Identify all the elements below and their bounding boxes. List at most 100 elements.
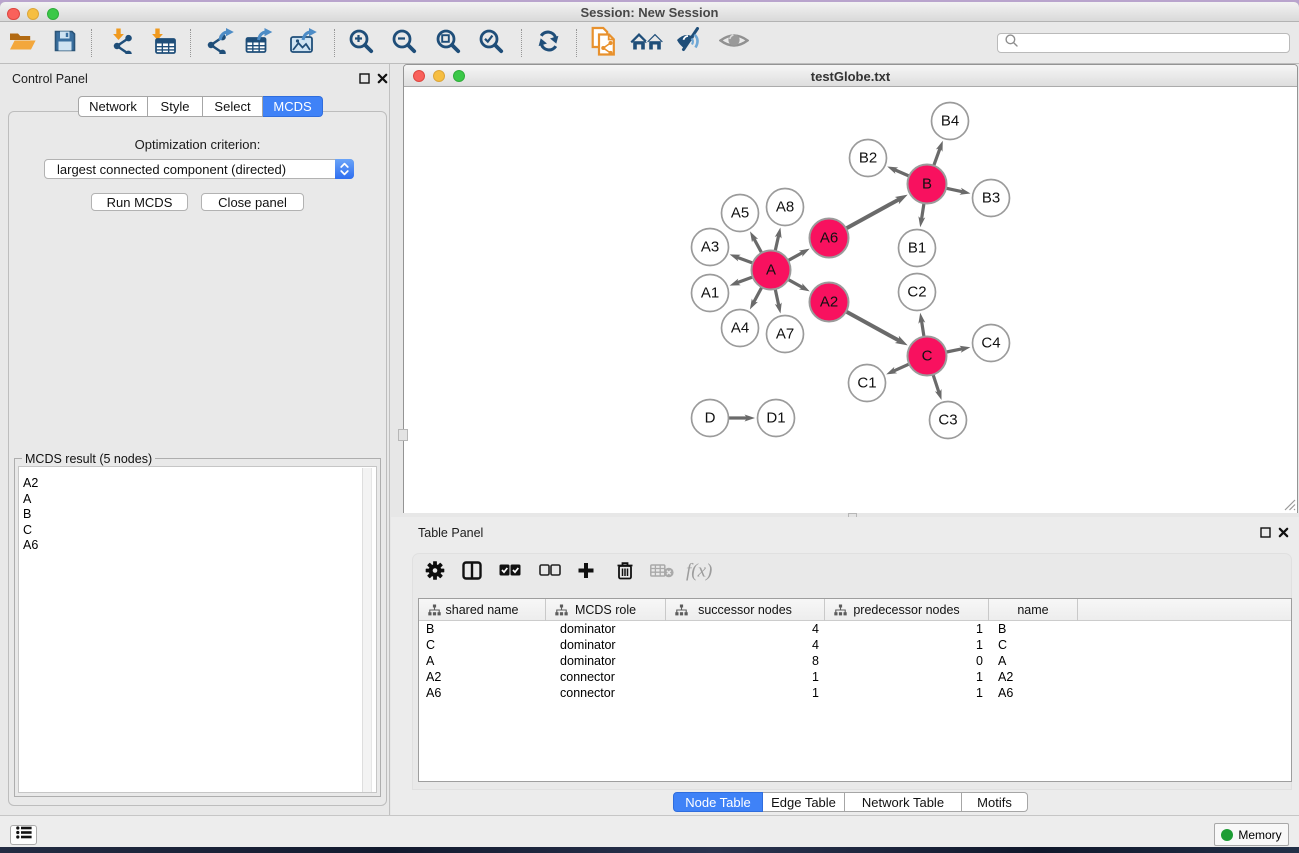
edge-A-A6[interactable] <box>789 252 803 260</box>
search-input[interactable] <box>1019 35 1289 51</box>
column-header-predecessor-nodes[interactable]: predecessor nodes <box>825 599 989 621</box>
edge-C-C3[interactable] <box>933 375 939 393</box>
cell-shared-name[interactable]: B <box>419 621 546 637</box>
cell-shared-name[interactable]: A6 <box>419 685 546 701</box>
result-item[interactable]: A <box>23 492 376 508</box>
edge-A-A2[interactable] <box>789 280 803 288</box>
cell-shared-name[interactable]: C <box>419 637 546 653</box>
float-icon[interactable] <box>359 73 370 84</box>
cell-shared-name[interactable]: A <box>419 653 546 669</box>
cell-successor-nodes[interactable]: 1 <box>666 669 825 685</box>
table-row-B[interactable]: Bdominator41B <box>419 621 1291 637</box>
edge-A6-B[interactable] <box>847 199 900 228</box>
table-row-A[interactable]: Adominator80A <box>419 653 1291 669</box>
memory-button[interactable]: Memory <box>1214 823 1289 846</box>
show-view-button[interactable] <box>719 25 749 61</box>
result-item[interactable]: A6 <box>23 538 376 554</box>
cell-successor-nodes[interactable]: 4 <box>666 621 825 637</box>
close-icon[interactable] <box>377 73 388 84</box>
cell-shared-name[interactable]: A2 <box>419 669 546 685</box>
tab-motifs[interactable]: Motifs <box>962 792 1028 812</box>
cell-successor-nodes[interactable]: 8 <box>666 653 825 669</box>
tab-network-table[interactable]: Network Table <box>845 792 962 812</box>
export-table-button[interactable] <box>245 25 274 61</box>
table-row-A2[interactable]: A2connector11A2 <box>419 669 1291 685</box>
open-session-button[interactable] <box>7 25 37 61</box>
run-mcds-button[interactable]: Run MCDS <box>91 193 188 211</box>
cell-name[interactable]: B <box>989 621 1078 637</box>
import-network-button[interactable] <box>108 25 136 61</box>
hide-columns-button[interactable] <box>539 564 561 582</box>
show-panels-button[interactable] <box>10 825 37 845</box>
close-icon[interactable] <box>1278 527 1289 538</box>
edge-B-B3[interactable] <box>947 188 963 192</box>
zoom-selected-button[interactable] <box>478 25 504 61</box>
edge-C-C1[interactable] <box>893 364 909 371</box>
edge-A-A7[interactable] <box>775 290 779 306</box>
table-row-A6[interactable]: A6connector11A6 <box>419 685 1291 701</box>
cell-MCDS-role[interactable]: connector <box>546 669 666 685</box>
column-header-shared-name[interactable]: shared name <box>419 599 546 621</box>
edge-A-A8[interactable] <box>775 235 778 250</box>
cell-successor-nodes[interactable]: 4 <box>666 637 825 653</box>
cell-predecessor-nodes[interactable]: 0 <box>825 653 989 669</box>
show-columns-button[interactable] <box>499 564 521 582</box>
result-scrollbar[interactable] <box>362 468 372 793</box>
edge-A-A3[interactable] <box>737 257 752 263</box>
zoom-fit-button[interactable] <box>435 25 461 61</box>
vertical-splitter-handle[interactable] <box>398 429 408 441</box>
add-column-button[interactable] <box>577 562 595 585</box>
cell-name[interactable]: A6 <box>989 685 1078 701</box>
edge-B-B1[interactable] <box>922 204 924 220</box>
tab-edge-table[interactable]: Edge Table <box>763 792 845 812</box>
network-graph[interactable]: B4B2BB3A5A8A6A3B1AA1C2A2A4A7C4CC1C3DD1 <box>404 87 1297 513</box>
tab-style[interactable]: Style <box>148 96 203 117</box>
tab-network[interactable]: Network <box>78 96 148 117</box>
criterion-select[interactable]: largest connected component (directed) <box>44 159 354 179</box>
edge-C-C4[interactable] <box>947 349 963 352</box>
search-field[interactable] <box>997 33 1290 53</box>
edge-A-A4[interactable] <box>754 288 762 303</box>
result-item[interactable]: A2 <box>23 476 376 492</box>
cell-predecessor-nodes[interactable]: 1 <box>825 637 989 653</box>
column-header-successor-nodes[interactable]: successor nodes <box>666 599 825 621</box>
cell-predecessor-nodes[interactable]: 1 <box>825 621 989 637</box>
home-double-button[interactable] <box>630 25 664 61</box>
refresh-button[interactable] <box>535 25 561 61</box>
cell-successor-nodes[interactable]: 1 <box>666 685 825 701</box>
cell-name[interactable]: A2 <box>989 669 1078 685</box>
delete-column-button[interactable] <box>617 561 634 585</box>
edge-B-B4[interactable] <box>934 148 940 165</box>
column-header-name[interactable]: name <box>989 599 1078 621</box>
hide-annotations-button[interactable] <box>676 25 704 61</box>
gear-button[interactable] <box>426 561 445 585</box>
cell-predecessor-nodes[interactable]: 1 <box>825 685 989 701</box>
column-header-MCDS-role[interactable]: MCDS role <box>546 599 666 621</box>
edge-B-B2[interactable] <box>894 170 908 176</box>
edge-C-C2[interactable] <box>922 321 924 337</box>
edge-A-A5[interactable] <box>754 238 762 252</box>
result-item[interactable]: B <box>23 507 376 523</box>
cell-name[interactable]: C <box>989 637 1078 653</box>
tab-node-table[interactable]: Node Table <box>673 792 763 812</box>
close-panel-button[interactable]: Close panel <box>201 193 304 211</box>
mcds-result-list[interactable]: A2ABCA6 <box>18 466 377 793</box>
import-table-button[interactable] <box>149 25 177 61</box>
float-icon[interactable] <box>1260 527 1271 538</box>
cell-predecessor-nodes[interactable]: 1 <box>825 669 989 685</box>
tab-select[interactable]: Select <box>203 96 263 117</box>
cell-MCDS-role[interactable]: dominator <box>546 637 666 653</box>
cell-name[interactable]: A <box>989 653 1078 669</box>
cell-MCDS-role[interactable]: dominator <box>546 621 666 637</box>
tab-mcds[interactable]: MCDS <box>263 96 323 117</box>
export-network-button[interactable] <box>206 25 234 61</box>
result-item[interactable]: C <box>23 523 376 539</box>
zoom-in-button[interactable] <box>348 25 374 61</box>
cell-MCDS-role[interactable]: connector <box>546 685 666 701</box>
column-layout-button[interactable] <box>462 561 482 585</box>
cell-MCDS-role[interactable]: dominator <box>546 653 666 669</box>
session-documents-button[interactable] <box>591 25 618 61</box>
save-session-button[interactable] <box>52 25 78 61</box>
resize-grip-icon[interactable] <box>1283 498 1296 511</box>
edge-A2-C[interactable] <box>847 312 900 341</box>
